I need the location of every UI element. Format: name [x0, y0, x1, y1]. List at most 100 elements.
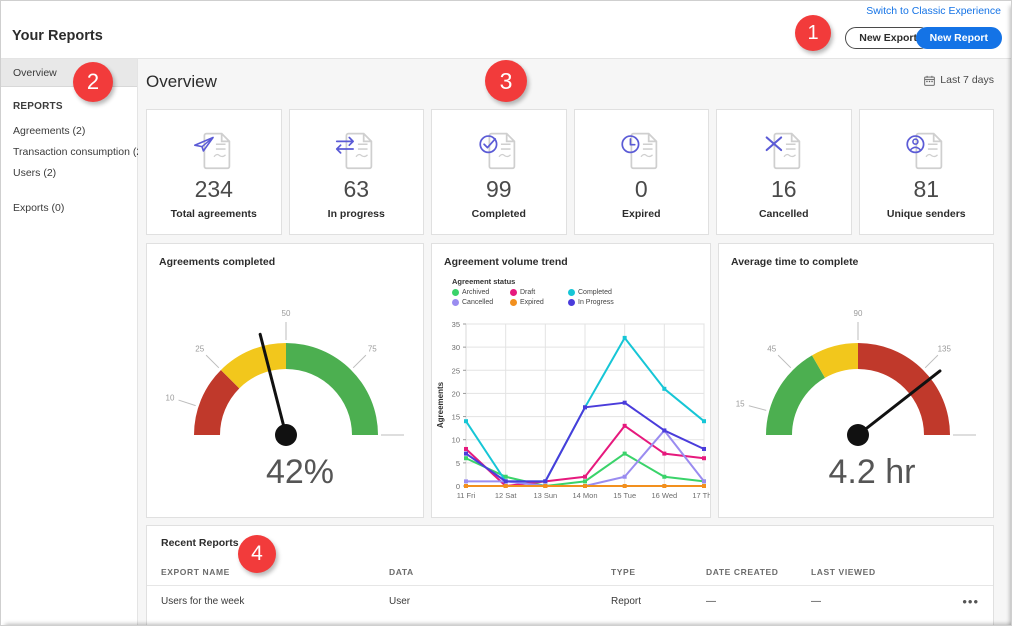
stat-card-in-progress[interactable]: 63 In progress — [288, 109, 424, 235]
legend-label: Expired — [520, 299, 544, 306]
svg-text:15: 15 — [452, 413, 460, 422]
clock-document-icon — [616, 125, 666, 175]
legend-label: Cancelled — [462, 299, 494, 306]
sidebar-report-list: Agreements (2) Transaction consumption (… — [1, 121, 146, 184]
stat-card-expired[interactable]: 0 Expired — [573, 109, 709, 235]
main-header: Overview Last 7 days — [138, 59, 1011, 107]
svg-text:Agreements: Agreements — [436, 381, 445, 428]
top-bar: Your Reports Switch to Classic Experienc… — [1, 1, 1011, 59]
page-title: Overview — [146, 72, 217, 91]
table-row[interactable]: Users for the week User Report — — ••• — [147, 586, 993, 616]
legend-label: Draft — [520, 289, 536, 296]
calendar-icon — [924, 75, 936, 86]
recent-reports-title: Recent Reports — [161, 537, 239, 549]
row-overflow-menu-icon[interactable]: ••• — [957, 594, 979, 609]
chart-panel-agreements-completed: Agreements completed 10 25 50 75 42% — [146, 243, 424, 518]
chart-title: Agreements completed — [159, 256, 276, 268]
legend-item[interactable]: Expired — [510, 299, 568, 306]
reports-dashboard: Your Reports Switch to Classic Experienc… — [0, 0, 1012, 626]
stat-label: Cancelled — [758, 207, 809, 220]
column-header-export-name[interactable]: EXPORT NAME — [161, 567, 389, 577]
column-header-data[interactable]: DATA — [389, 567, 611, 577]
date-range-selector[interactable]: Last 7 days — [924, 74, 994, 86]
svg-text:13 Sun: 13 Sun — [533, 491, 557, 500]
legend-color-dot — [452, 299, 459, 306]
svg-text:17 Thu: 17 Thu — [692, 491, 710, 500]
stat-card-cancelled[interactable]: 16 Cancelled — [716, 109, 852, 235]
legend-items: Archived Draft Completed Cancelled Expired In… — [452, 289, 632, 306]
svg-text:25: 25 — [452, 366, 460, 375]
svg-text:16 Wed: 16 Wed — [651, 491, 677, 500]
svg-text:90: 90 — [854, 309, 863, 318]
callout-badge-3: 3 — [485, 60, 527, 102]
legend-color-dot — [452, 289, 459, 296]
legend-label: Archived — [462, 289, 490, 296]
sidebar-item-users[interactable]: Users (2) — [1, 163, 137, 184]
legend-item[interactable]: Draft — [510, 289, 568, 296]
paper-plane-document-icon — [189, 125, 239, 175]
stat-label: Completed — [471, 207, 526, 220]
recent-reports-table: EXPORT NAME DATA TYPE DATE CREATED LAST … — [147, 558, 993, 616]
gauge-agreements-completed: 10 25 50 75 42% — [147, 270, 423, 523]
sidebar-item-transaction-consumption[interactable]: Transaction consumption (2) — [1, 142, 146, 163]
legend-item[interactable]: Archived — [452, 289, 510, 296]
legend-color-dot — [510, 299, 517, 306]
svg-text:4.2 hr: 4.2 hr — [829, 453, 916, 491]
legend-item[interactable]: Cancelled — [452, 299, 510, 306]
legend-label: In Progress — [578, 299, 614, 306]
svg-text:14 Mon: 14 Mon — [572, 491, 597, 500]
user-document-icon — [901, 125, 951, 175]
svg-text:42%: 42% — [266, 453, 334, 491]
column-header-type[interactable]: TYPE — [611, 567, 706, 577]
date-range-label: Last 7 days — [940, 74, 994, 86]
gauge-average-time-to-complete: 15 45 90 135 4.2 hr — [719, 270, 993, 523]
svg-text:10: 10 — [166, 393, 175, 402]
legend-color-dot — [510, 289, 517, 296]
svg-text:20: 20 — [452, 389, 460, 398]
stat-label: Unique senders — [886, 207, 966, 220]
switch-to-classic-link[interactable]: Switch to Classic Experience — [866, 5, 1001, 17]
charts-row: Agreements completed 10 25 50 75 42% Agreeme… — [146, 243, 994, 518]
legend-color-dot — [568, 299, 575, 306]
legend-item[interactable]: Completed — [568, 289, 632, 296]
svg-text:75: 75 — [368, 345, 377, 354]
x-document-icon — [759, 125, 809, 175]
column-header-last-viewed[interactable]: LAST VIEWED — [811, 567, 957, 577]
stat-value: 16 — [770, 175, 797, 202]
svg-text:35: 35 — [452, 320, 460, 329]
stat-card-unique-senders[interactable]: 81 Unique senders — [858, 109, 994, 235]
chart-title: Average time to complete — [731, 256, 859, 268]
svg-text:30: 30 — [452, 343, 460, 352]
svg-text:11 Fri: 11 Fri — [457, 491, 476, 500]
stat-label: In progress — [327, 207, 385, 220]
svg-text:5: 5 — [456, 459, 460, 468]
chart-panel-average-time-to-complete: Average time to complete 15 45 90 135 4.2 hr — [718, 243, 994, 518]
callout-badge-4: 4 — [238, 535, 276, 573]
svg-text:50: 50 — [282, 309, 291, 318]
sidebar-section-reports: REPORTS — [13, 101, 63, 112]
check-circle-document-icon — [474, 125, 524, 175]
chart-title: Agreement volume trend — [444, 256, 568, 268]
svg-text:10: 10 — [452, 436, 460, 445]
legend-label: Completed — [578, 289, 612, 296]
callout-badge-2: 2 — [73, 62, 113, 102]
stat-card-total-agreements[interactable]: 234 Total agreements — [146, 109, 282, 235]
sidebar-item-exports[interactable]: Exports (0) — [1, 198, 137, 219]
svg-text:45: 45 — [767, 345, 776, 354]
exchange-document-icon — [331, 125, 381, 175]
column-header-date-created[interactable]: DATE CREATED — [706, 567, 811, 577]
cell-export-name: Users for the week — [161, 595, 245, 607]
stat-label: Expired — [621, 207, 661, 220]
svg-text:135: 135 — [938, 345, 952, 354]
svg-text:25: 25 — [195, 345, 204, 354]
cell-date-created: — — [706, 595, 716, 607]
page-heading: Your Reports — [12, 28, 103, 44]
stat-value: 81 — [913, 175, 940, 202]
new-report-button[interactable]: New Report — [915, 27, 1002, 49]
stat-value: 63 — [343, 175, 370, 202]
legend-item[interactable]: In Progress — [568, 299, 632, 306]
stat-card-completed[interactable]: 99 Completed — [431, 109, 567, 235]
sidebar-item-overview[interactable]: Overview — [1, 59, 137, 87]
sidebar-item-agreements[interactable]: Agreements (2) — [1, 121, 137, 142]
summary-cards: 234 Total agreements 63 In progress 99 C… — [146, 109, 994, 235]
